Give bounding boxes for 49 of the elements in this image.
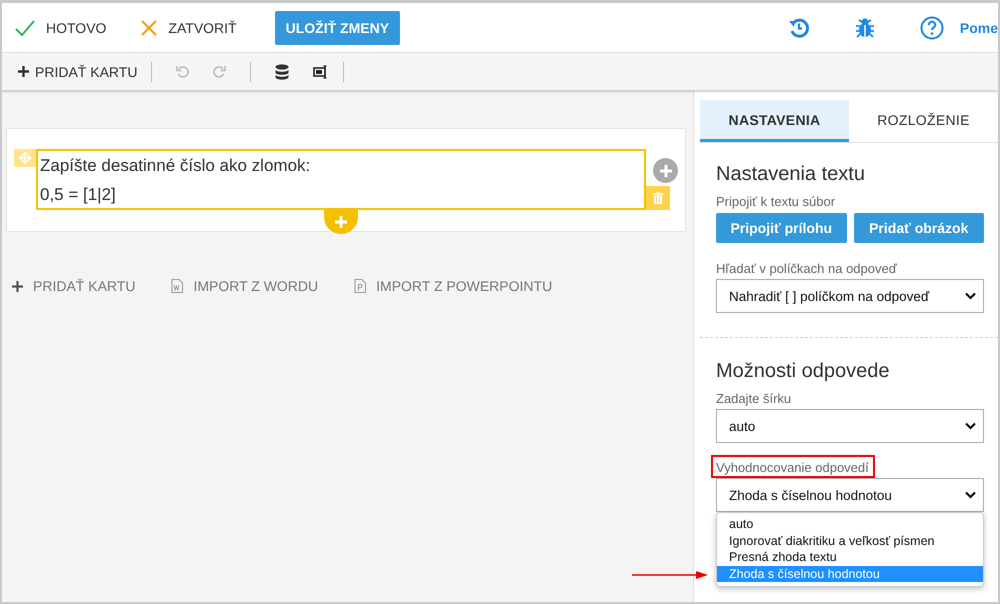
move-handle[interactable] <box>14 149 36 167</box>
history-icon[interactable] <box>788 16 810 38</box>
check-icon <box>14 18 36 36</box>
add-below-button[interactable] <box>324 209 358 234</box>
dropdown-option[interactable]: auto <box>717 516 983 532</box>
database-button[interactable] <box>273 62 292 82</box>
import-link[interactable]: IMPORT Z WORDU <box>169 276 320 296</box>
text-field-icon <box>313 64 330 78</box>
panel-tab[interactable]: ROZLOŽENIE <box>849 100 998 142</box>
close-button[interactable]: ZATVORIŤ <box>138 14 239 40</box>
dropdown-option[interactable]: Ignorovať diakritiku a veľkosť písmen <box>717 532 983 549</box>
close-icon <box>140 18 158 36</box>
move-icon <box>19 152 31 164</box>
done-button[interactable]: HOTOVO <box>12 14 108 40</box>
plus-icon <box>660 164 672 176</box>
powerpoint-file-icon <box>354 279 366 293</box>
select-field[interactable]: Zhoda s číselnou hodnotou <box>716 478 984 512</box>
field-label: Pripojiť k textu súbor <box>716 194 836 209</box>
bug-icon[interactable] <box>854 16 876 38</box>
question-text: 0,5 = [1|2] <box>40 184 117 206</box>
help-link[interactable]: Pome <box>960 20 998 36</box>
field-label: Zadajte šírku <box>716 391 792 406</box>
import-link[interactable]: IMPORT Z POWERPOINTU <box>352 276 554 296</box>
section-title: Nastavenia textu <box>716 163 866 186</box>
field-label: Hľadať v políčkach na odpoveď <box>716 261 897 276</box>
select-field[interactable]: Nahradiť [ ] políčkom na odpoveď <box>716 279 984 313</box>
database-icon <box>275 64 290 80</box>
panel-tab[interactable]: NASTAVENIA <box>700 100 849 142</box>
plus-icon <box>335 216 347 228</box>
plus-icon <box>18 66 29 77</box>
select-field[interactable]: auto <box>716 409 984 443</box>
help-icon[interactable] <box>920 16 944 40</box>
trash-icon <box>653 192 663 204</box>
word-file-icon <box>171 279 184 293</box>
chevron-icon <box>965 292 976 300</box>
delete-button[interactable] <box>646 186 670 210</box>
chevron-icon <box>965 491 976 499</box>
section-title: Možnosti odpovede <box>716 360 890 383</box>
question-text: Zapíšte desatinné číslo ako zlomok: <box>40 155 312 177</box>
add-button[interactable] <box>653 158 678 183</box>
chevron-icon <box>965 422 976 430</box>
dropdown-option[interactable]: Presná zhoda textu <box>717 549 983 566</box>
text-editor[interactable]: Zapíšte desatinné číslo ako zlomok: 0,5 = [1|2] <box>36 149 646 210</box>
add-card-link[interactable]: PRIDAŤ KARTU <box>10 276 138 296</box>
field-label: Vyhodnocovanie odpovedí <box>711 455 875 478</box>
redo-icon <box>213 65 226 78</box>
add-card-button[interactable]: PRIDAŤ KARTU <box>16 60 140 82</box>
plus-icon <box>12 280 23 292</box>
undo-icon <box>176 65 190 78</box>
